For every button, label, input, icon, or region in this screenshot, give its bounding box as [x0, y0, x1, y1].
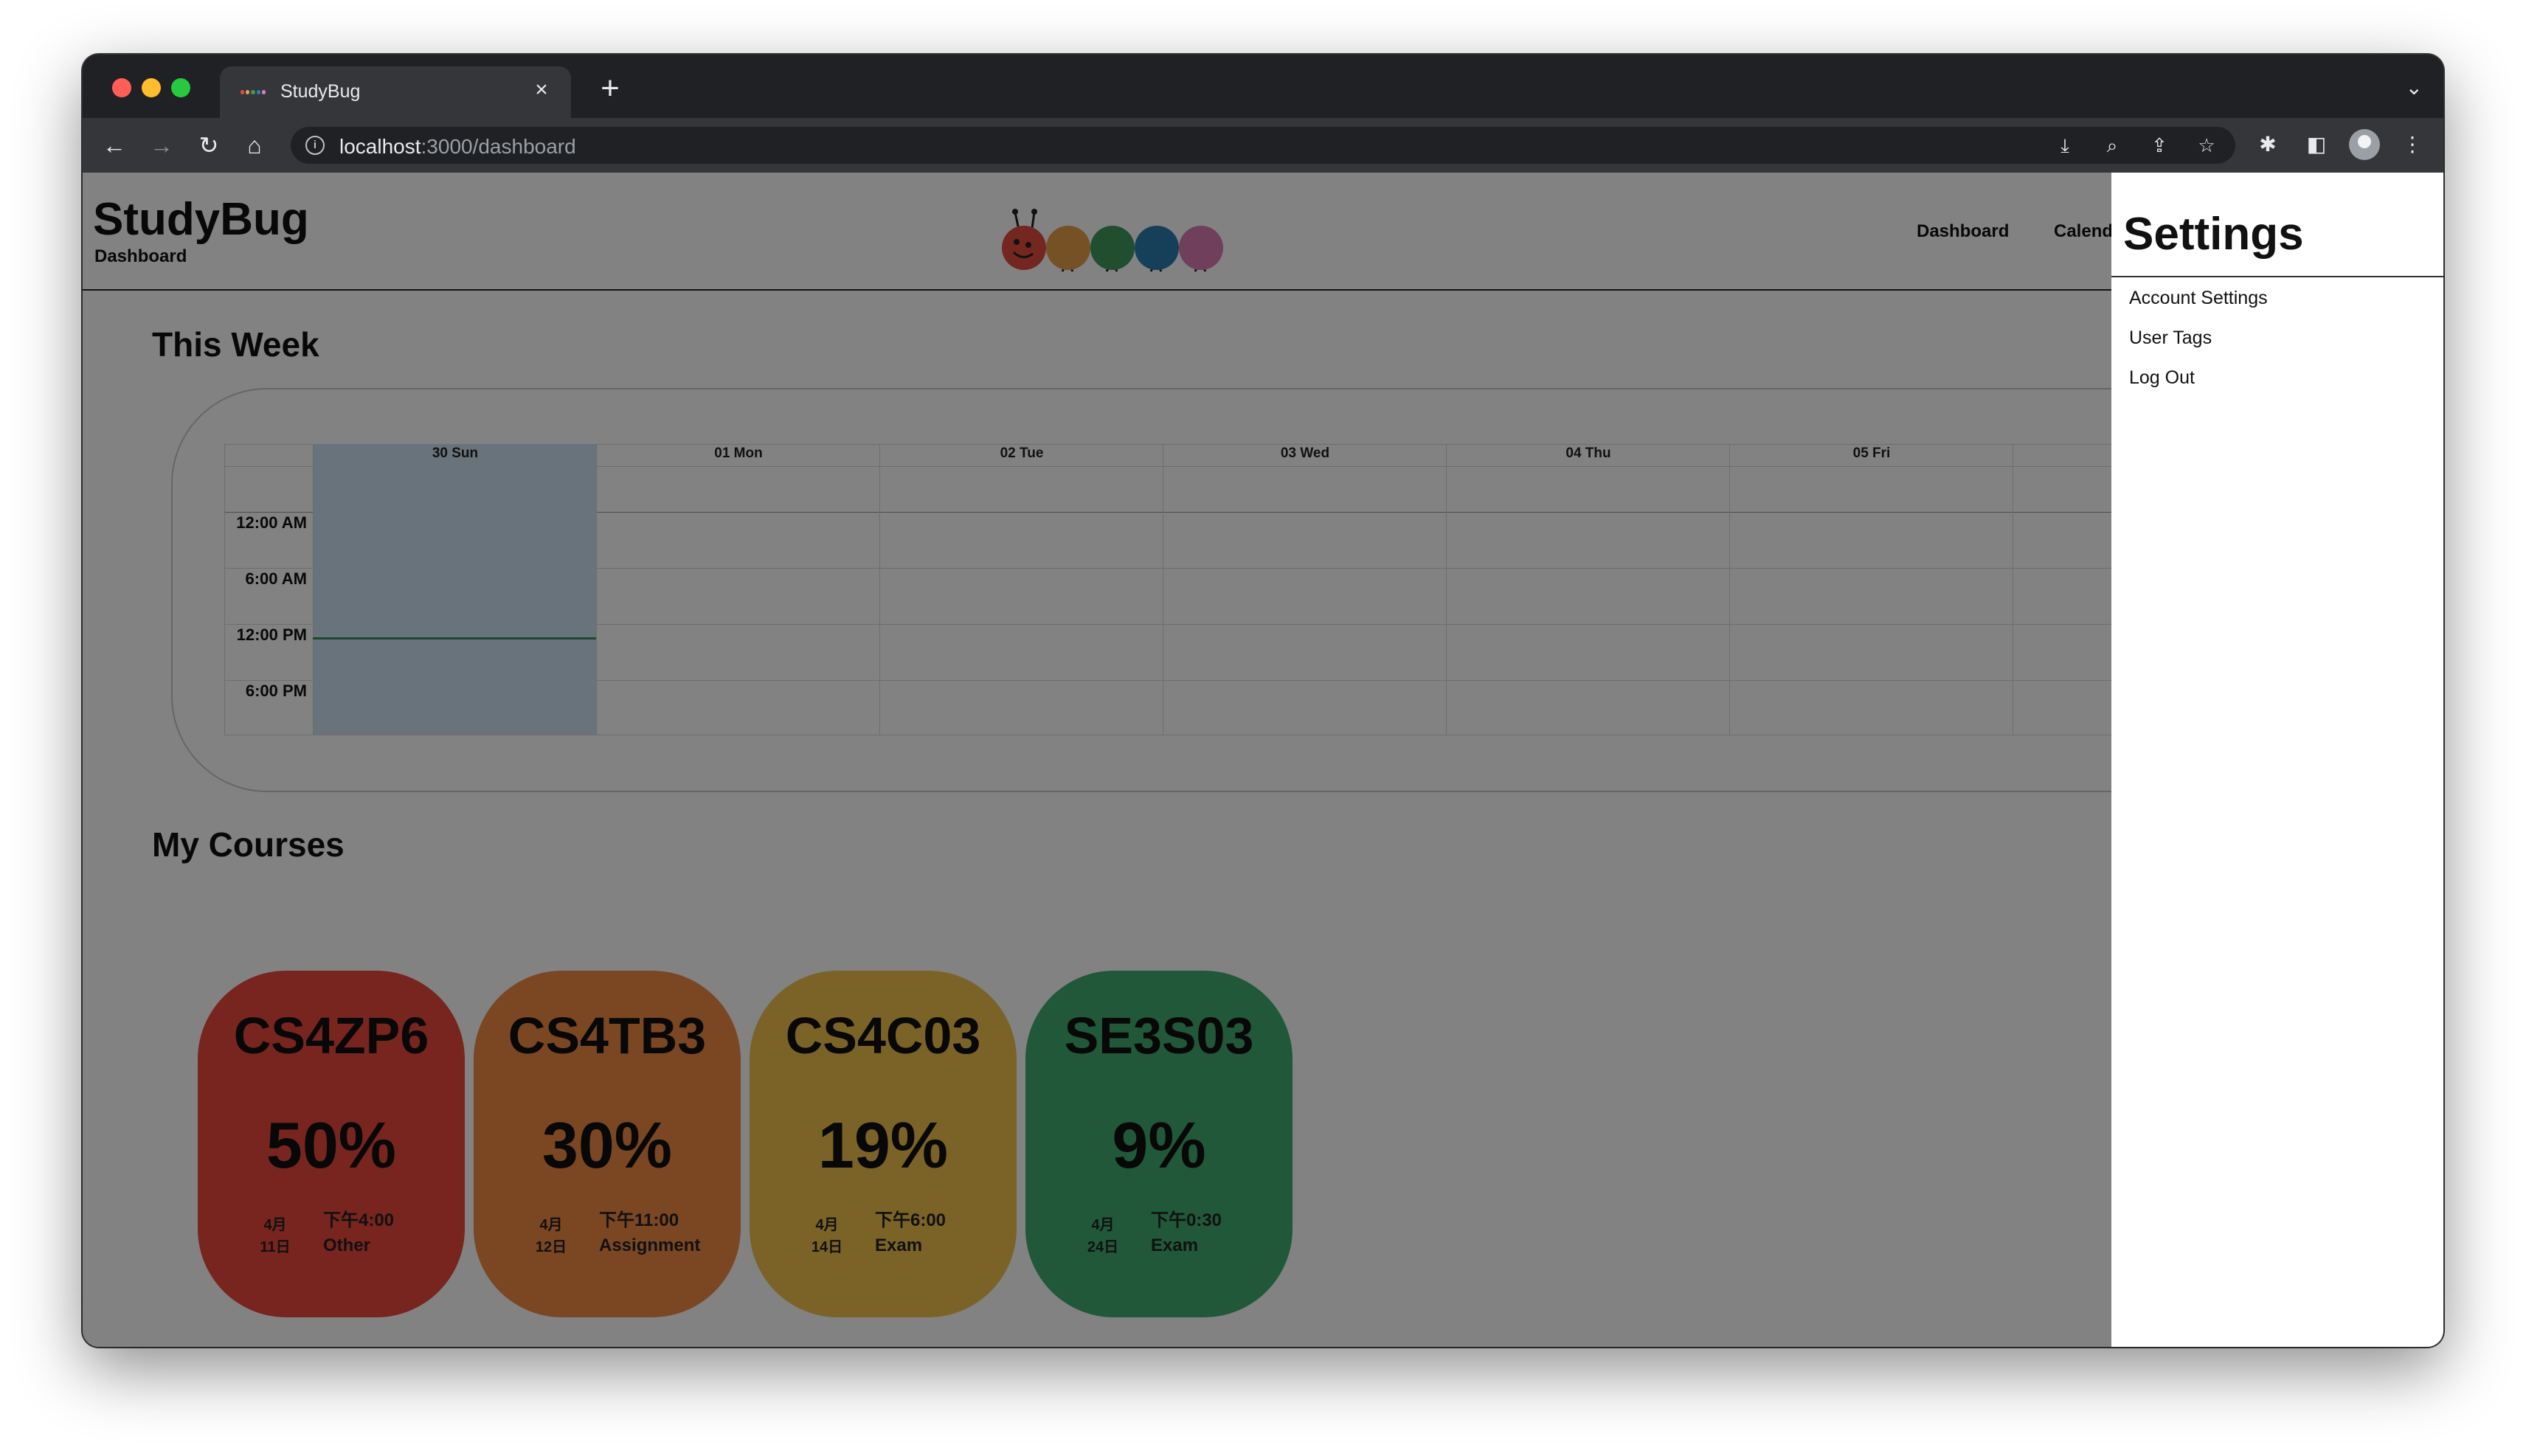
forward-arrow-icon[interactable]: → [145, 128, 179, 162]
side-panel-icon[interactable]: ◧ [2300, 128, 2333, 161]
settings-divider [2111, 276, 2443, 277]
tab-list-chevron-icon[interactable]: ⌄ [2406, 75, 2423, 100]
new-tab-button[interactable]: + [592, 72, 629, 105]
home-icon[interactable]: ⌂ [238, 128, 271, 162]
browser-toolbar: ← → ↻ ⌂ i localhost:3000/dashboard ⤓ ⌕ ⇪… [83, 118, 2443, 173]
reload-icon[interactable]: ↻ [192, 128, 226, 162]
browser-tab[interactable]: StudyBug × [220, 66, 571, 118]
log-out-link[interactable]: Log Out [2129, 367, 2195, 389]
tab-title: StudyBug [280, 81, 361, 102]
url-path: :3000/dashboard [421, 135, 576, 158]
install-icon[interactable]: ⤓ [2051, 133, 2079, 158]
url-host: localhost [339, 135, 421, 158]
browser-window: StudyBug × + ⌄ ← → ↻ ⌂ i localhost:3000/… [83, 55, 2443, 1347]
address-bar[interactable]: i localhost:3000/dashboard ⤓ ⌕ ⇪ ☆ [291, 127, 2235, 164]
extensions-icon[interactable]: ✱ [2252, 128, 2284, 161]
menu-dots-icon[interactable]: ⋮ [2396, 128, 2429, 161]
modal-backdrop[interactable] [83, 173, 2443, 1347]
share-icon[interactable]: ⇪ [2145, 133, 2173, 158]
back-arrow-icon[interactable]: ← [97, 128, 131, 162]
favicon-icon [241, 90, 266, 94]
zoom-window-button[interactable] [171, 78, 190, 97]
account-settings-link[interactable]: Account Settings [2129, 288, 2268, 309]
tab-strip: StudyBug × + ⌄ [83, 55, 2443, 118]
bookmark-star-icon[interactable]: ☆ [2193, 133, 2221, 158]
address-bar-actions: ⤓ ⌕ ⇪ ☆ [2051, 133, 2221, 158]
info-icon[interactable]: i [305, 136, 325, 155]
user-tags-link[interactable]: User Tags [2129, 327, 2212, 349]
settings-drawer: Settings Account Settings User Tags Log … [2111, 173, 2443, 1347]
toolbar-right: ✱ ◧ ⋮ [2252, 128, 2429, 161]
minimize-window-button[interactable] [142, 78, 161, 97]
tab-close-icon[interactable]: × [528, 77, 555, 103]
page-content: StudyBug Dashboard Dashboard Calend This… [83, 173, 2443, 1347]
close-window-button[interactable] [112, 78, 131, 97]
settings-title: Settings [2123, 209, 2304, 260]
profile-avatar-icon[interactable] [2349, 129, 2380, 160]
url-text[interactable]: localhost:3000/dashboard [339, 135, 576, 159]
zoom-icon[interactable]: ⌕ [2098, 133, 2126, 158]
